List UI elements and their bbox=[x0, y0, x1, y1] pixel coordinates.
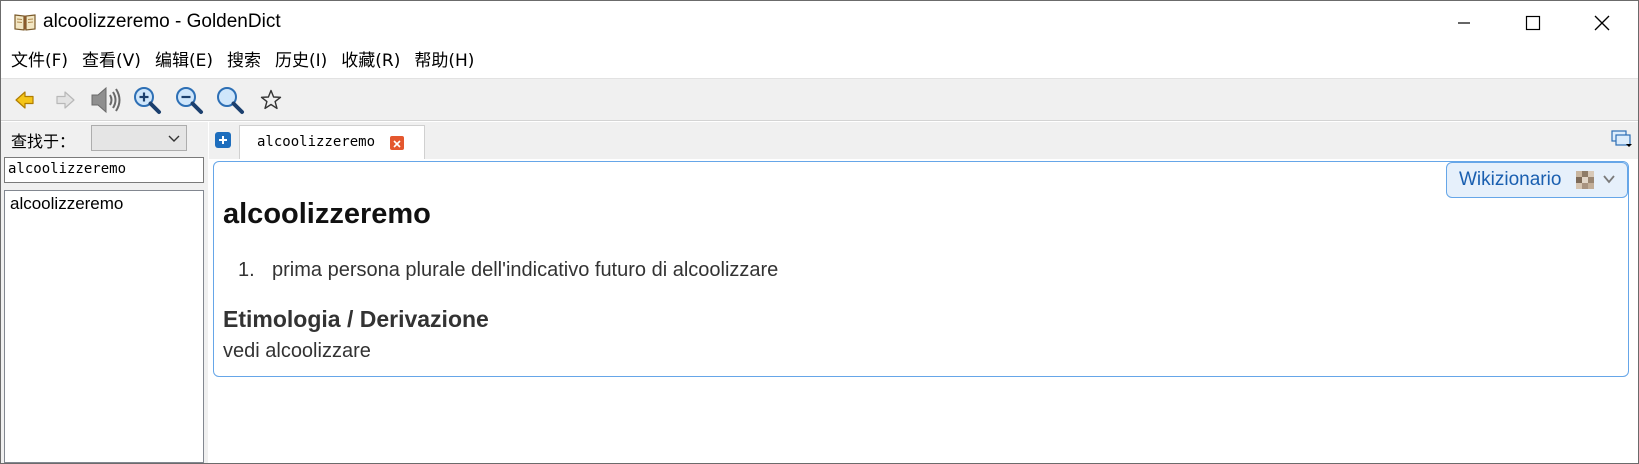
close-icon bbox=[1594, 15, 1610, 31]
window-title: alcoolizzeremo - GoldenDict bbox=[43, 11, 281, 32]
menu-help[interactable]: 帮助(H) bbox=[407, 45, 481, 77]
book-icon bbox=[13, 12, 37, 32]
headword: alcoolizzeremo bbox=[223, 198, 431, 230]
tabs-list-button[interactable] bbox=[1611, 130, 1633, 148]
star-icon bbox=[260, 89, 282, 110]
app-window: alcoolizzeremo - GoldenDict 文件(F) 查看(V) … bbox=[0, 0, 1639, 464]
menu-favorites[interactable]: 收藏(R) bbox=[334, 45, 407, 77]
article-view: Wikizionario alcoolizzeremo 1. prima per… bbox=[209, 159, 1638, 463]
title-bar: alcoolizzeremo - GoldenDict bbox=[1, 1, 1638, 45]
definition-number: 1. bbox=[238, 259, 255, 281]
menu-file[interactable]: 文件(F) bbox=[4, 45, 75, 77]
maximize-icon bbox=[1525, 15, 1541, 31]
minimize-button[interactable] bbox=[1441, 1, 1487, 45]
forward-arrow-icon bbox=[56, 91, 75, 109]
back-arrow-icon bbox=[15, 91, 34, 109]
list-item[interactable]: alcoolizzeremo bbox=[5, 191, 203, 217]
zoom-reset-icon bbox=[217, 87, 244, 114]
forward-button[interactable] bbox=[47, 82, 83, 118]
zoom-in-icon bbox=[134, 87, 161, 114]
tab-strip: alcoolizzeremo bbox=[209, 122, 1638, 159]
new-tab-button[interactable] bbox=[215, 132, 231, 148]
menu-edit[interactable]: 编辑(E) bbox=[148, 45, 220, 77]
etymology-heading: Etimologia / Derivazione bbox=[223, 306, 489, 332]
tab-label: alcoolizzeremo bbox=[257, 134, 376, 150]
dictionary-name: Wikizionario bbox=[1459, 169, 1562, 190]
look-in-dropdown[interactable] bbox=[91, 125, 187, 151]
zoom-in-button[interactable] bbox=[129, 82, 165, 118]
zoom-out-button[interactable] bbox=[171, 82, 207, 118]
word-list: alcoolizzeremo bbox=[4, 190, 204, 463]
menu-search[interactable]: 搜索 bbox=[220, 45, 268, 77]
close-icon bbox=[393, 140, 401, 148]
tab-alcoolizzeremo[interactable]: alcoolizzeremo bbox=[239, 125, 425, 159]
plus-icon bbox=[219, 136, 227, 144]
dictionary-icon bbox=[1576, 171, 1594, 189]
menu-history[interactable]: 历史(I) bbox=[268, 45, 334, 77]
definition-item: 1. prima persona plurale dell'indicativo… bbox=[238, 259, 778, 282]
pronounce-button[interactable] bbox=[88, 82, 124, 118]
toolbar bbox=[1, 78, 1638, 121]
tab-close-button[interactable] bbox=[390, 136, 404, 150]
zoom-out-icon bbox=[176, 87, 203, 114]
speaker-icon bbox=[91, 86, 121, 114]
add-favorite-button[interactable] bbox=[253, 82, 289, 118]
left-panel: 查找于： alcoolizzeremo alcoolizzeremo bbox=[1, 122, 208, 463]
definition-text: prima persona plurale dell'indicativo fu… bbox=[272, 259, 779, 281]
dictionary-badge[interactable]: Wikizionario bbox=[1446, 162, 1628, 198]
dictionary-article: Wikizionario alcoolizzeremo 1. prima per… bbox=[213, 161, 1629, 377]
maximize-button[interactable] bbox=[1510, 1, 1556, 45]
back-button[interactable] bbox=[7, 82, 43, 118]
zoom-reset-button[interactable] bbox=[212, 82, 248, 118]
close-button[interactable] bbox=[1579, 1, 1625, 45]
chevron-down-icon bbox=[1603, 175, 1615, 184]
chevron-down-icon bbox=[168, 135, 180, 142]
etymology-text: vedi alcoolizzare bbox=[223, 340, 371, 362]
minimize-icon bbox=[1458, 22, 1470, 24]
menu-view[interactable]: 查看(V) bbox=[75, 45, 148, 77]
menu-bar: 文件(F) 查看(V) 编辑(E) 搜索 历史(I) 收藏(R) 帮助(H) bbox=[1, 45, 1638, 77]
search-input[interactable]: alcoolizzeremo bbox=[4, 157, 204, 183]
windows-list-icon bbox=[1611, 130, 1632, 147]
look-in-label: 查找于： bbox=[11, 132, 76, 151]
